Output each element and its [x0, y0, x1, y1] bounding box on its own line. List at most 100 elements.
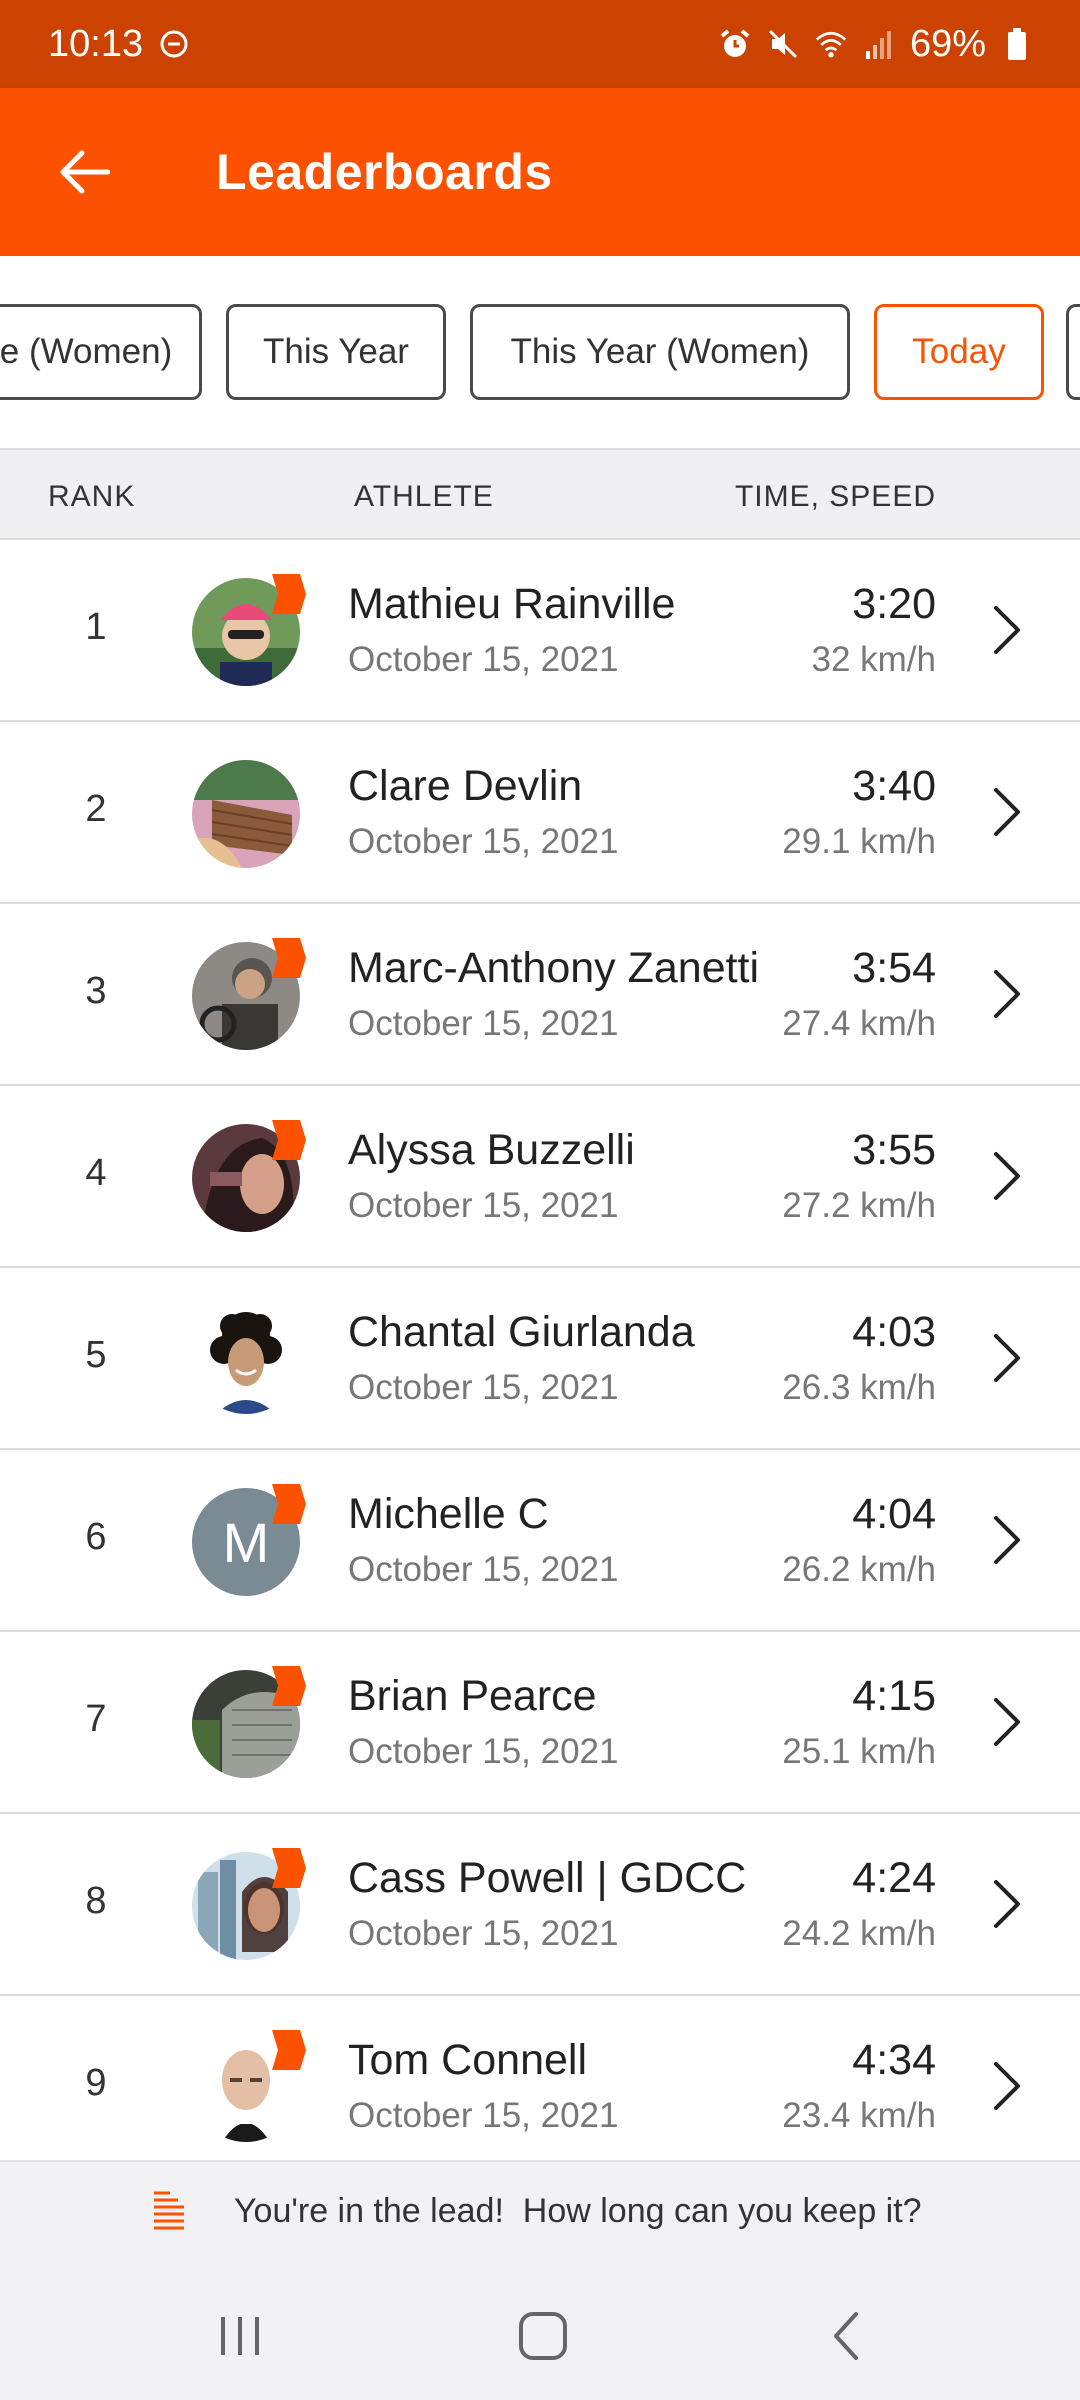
- athlete-name: Brian Pearce: [348, 1672, 597, 1720]
- athlete-name: Michelle C: [348, 1490, 549, 1538]
- lead-banner[interactable]: You're in the lead! How long can you kee…: [0, 2160, 1080, 2260]
- wifi-icon: [814, 27, 848, 61]
- athlete-name: Cass Powell | GDCC: [348, 1854, 747, 1902]
- avatar-wrap: [192, 1666, 306, 1782]
- chevron-right-icon: [994, 1880, 1020, 1928]
- back-button[interactable]: [24, 112, 144, 232]
- chevron-right-icon: [994, 970, 1020, 1018]
- avatar[interactable]: [192, 760, 300, 868]
- leaderboard-row[interactable]: 7 Brian Pearce October 15, 2021 4:15 25.1 km…: [0, 1632, 1080, 1814]
- avatar[interactable]: [192, 1306, 300, 1414]
- effort-time: 3:54: [852, 944, 936, 992]
- athlete-name: Alyssa Buzzelli: [348, 1126, 635, 1174]
- effort-date: October 15, 2021: [348, 640, 619, 679]
- strava-subscriber-badge-icon: [272, 1848, 306, 1888]
- effort-speed: 27.2 km/h: [782, 1186, 936, 1225]
- recent-apps-icon: [221, 2317, 259, 2355]
- page-title: Leaderboards: [216, 144, 553, 200]
- effort-time: 3:40: [852, 762, 936, 810]
- leaderboard-row[interactable]: 3 Marc-Anthony Zanetti October 15, 2021 3:5…: [0, 904, 1080, 1086]
- chevron-right-icon: [994, 788, 1020, 836]
- system-nav-bar: [0, 2260, 1080, 2400]
- athlete-name: Chantal Giurlanda: [348, 1308, 695, 1356]
- effort-time: 4:04: [852, 1490, 936, 1538]
- chevron-right-icon: [994, 1334, 1020, 1382]
- status-bar: 10:13 69%: [0, 0, 1080, 88]
- home-icon: [519, 2312, 567, 2360]
- effort-date: October 15, 2021: [348, 1186, 619, 1225]
- chevron-left-icon: [834, 2312, 858, 2360]
- app-bar: Leaderboards: [0, 88, 1080, 256]
- chip-this-year-women[interactable]: This Year (Women): [470, 304, 850, 400]
- leaderboard-row[interactable]: 2 Clare Devlin October 15, 2021 3:40 29.1 km…: [0, 722, 1080, 904]
- system-back-button[interactable]: [806, 2296, 886, 2376]
- rank-number: 5: [85, 1334, 107, 1376]
- battery-percent: 69%: [909, 22, 986, 65]
- avatar-wrap: [192, 1848, 306, 1964]
- column-rank: RANK: [48, 480, 136, 513]
- rank-number: 2: [85, 788, 107, 830]
- effort-speed: 23.4 km/h: [782, 2096, 936, 2135]
- chevron-right-icon: [994, 1698, 1020, 1746]
- chip-this-year[interactable]: This Year: [226, 304, 446, 400]
- strava-subscriber-badge-icon: [272, 1666, 306, 1706]
- strava-subscriber-badge-icon: [272, 1484, 306, 1524]
- leaderboard-row[interactable]: 1 Mathieu Rainville October 15, 2021 3:20 32…: [0, 540, 1080, 722]
- effort-speed: 29.1 km/h: [782, 822, 936, 861]
- chevron-right-icon: [994, 1516, 1020, 1564]
- chip-women-filter[interactable]: e (Women): [0, 304, 202, 400]
- avatar-wrap: [192, 1306, 304, 1418]
- battery-icon: [1000, 27, 1034, 61]
- strava-subscriber-badge-icon: [272, 574, 306, 614]
- strava-subscriber-badge-icon: [272, 2030, 306, 2070]
- rank-number: 1: [85, 606, 107, 648]
- rank-number: 9: [85, 2062, 107, 2104]
- effort-time: 4:15: [852, 1672, 936, 1720]
- effort-time: 4:24: [852, 1854, 936, 1902]
- avatar-wrap: [192, 2030, 306, 2146]
- mute-icon: [766, 27, 800, 61]
- effort-date: October 15, 2021: [348, 822, 619, 861]
- effort-speed: 26.3 km/h: [782, 1368, 936, 1407]
- clock: 10:13: [48, 22, 144, 65]
- leaderboard-row[interactable]: 4 Alyssa Buzzelli October 15, 2021 3:55 27.2…: [0, 1086, 1080, 1268]
- effort-speed: 26.2 km/h: [782, 1550, 936, 1589]
- rank-number: 4: [85, 1152, 107, 1194]
- avatar-wrap: [192, 938, 306, 1054]
- effort-time: 4:34: [852, 2036, 936, 2084]
- strava-subscriber-badge-icon: [272, 938, 306, 978]
- status-left: 10:13: [48, 23, 191, 66]
- banner-text: You're in the lead! How long can you kee…: [234, 2191, 922, 2230]
- avatar-wrap: M: [192, 1484, 306, 1600]
- athlete-name: Tom Connell: [348, 2036, 587, 2084]
- rank-number: 8: [85, 1880, 107, 1922]
- arrow-left-icon: [60, 150, 110, 194]
- effort-date: October 15, 2021: [348, 1914, 619, 1953]
- rank-number: 6: [85, 1516, 107, 1558]
- chevron-right-icon: [994, 606, 1020, 654]
- athlete-name: Mathieu Rainville: [348, 580, 676, 628]
- leaderboard-row[interactable]: 8 Cass Powell | GDCC October 15, 2021 4:24 2…: [0, 1814, 1080, 1996]
- leaderboard-row[interactable]: 5 Chantal Giurlanda October 15, 2021 4:03 26…: [0, 1268, 1080, 1450]
- chevron-right-icon: [994, 2062, 1020, 2110]
- effort-time: 3:55: [852, 1126, 936, 1174]
- avatar-wrap: [192, 760, 304, 872]
- chip-today[interactable]: Today: [874, 304, 1044, 400]
- effort-date: October 15, 2021: [348, 1004, 619, 1043]
- filter-chips: e (Women) This Year This Year (Women) To…: [0, 256, 1080, 448]
- home-button[interactable]: [503, 2296, 583, 2376]
- column-time-speed: TIME, SPEED: [734, 480, 936, 513]
- rank-number: 3: [85, 970, 107, 1012]
- leaderboard-row[interactable]: 6 M Michelle C October 15, 2021 4:04 26.2 km/…: [0, 1450, 1080, 1632]
- leaderboard-row[interactable]: 9 Tom Connell October 15, 2021 4:34 23.4 km/…: [0, 1996, 1080, 2160]
- signal-icon: [862, 27, 896, 61]
- effort-speed: 32 km/h: [811, 640, 937, 679]
- effort-date: October 15, 2021: [348, 2096, 619, 2135]
- chip-next-partial[interactable]: [1066, 304, 1080, 400]
- strava-subscriber-badge-icon: [272, 1120, 306, 1160]
- avatar-wrap: [192, 574, 306, 690]
- effort-date: October 15, 2021: [348, 1732, 619, 1771]
- recent-apps-button[interactable]: [200, 2296, 280, 2376]
- effort-speed: 27.4 km/h: [782, 1004, 936, 1043]
- leaderboard-list: 1 Mathieu Rainville October 15, 2021 3:20 32…: [0, 540, 1080, 2160]
